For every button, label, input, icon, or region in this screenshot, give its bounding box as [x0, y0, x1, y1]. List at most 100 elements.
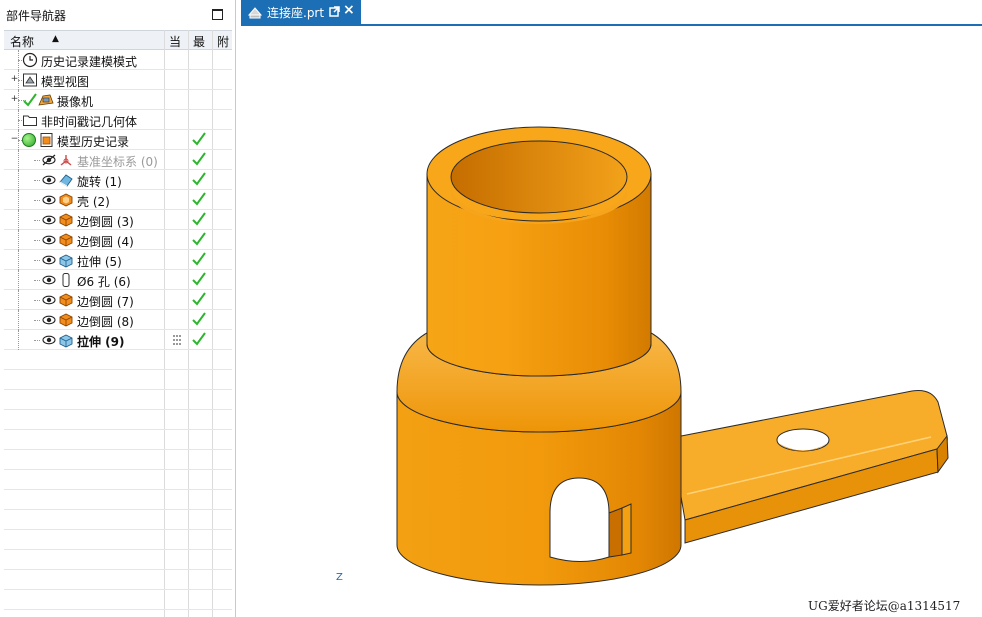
navigator-node[interactable]: 边倒圆 (7) — [4, 290, 232, 310]
document-tab[interactable]: 连接座.prt × — [241, 0, 361, 24]
upper-tube — [426, 126, 652, 377]
edge-blend-icon — [59, 313, 73, 327]
active-status-icon — [22, 133, 36, 147]
empty-row — [4, 510, 232, 530]
app-window: 部件导航器 名称 ▲ 当 最 附 历史记录建模模式 + 模型视图 + 摄像机非时间戳记几… — [0, 0, 982, 617]
edge-blend-icon — [59, 233, 73, 247]
navigator-node[interactable]: + 模型视图 — [4, 70, 232, 90]
up-to-date-check-icon — [192, 252, 206, 266]
navigator-node[interactable]: 基准坐标系 (0) — [4, 150, 232, 170]
tree-connector — [18, 210, 19, 230]
column-attached[interactable]: 附 — [217, 33, 229, 50]
folder-icon — [23, 115, 37, 126]
edge-blend-icon — [59, 213, 73, 227]
column-current[interactable]: 当 — [169, 33, 181, 50]
up-to-date-check-icon — [192, 312, 206, 326]
navigator-node[interactable]: − 模型历史记录 — [4, 130, 232, 150]
navigator-node-label: 模型视图 — [41, 75, 90, 89]
eye-icon[interactable] — [42, 272, 56, 288]
navigator-node-label: 拉伸 (5) — [77, 255, 122, 269]
empty-row — [4, 530, 232, 550]
navigator-node-label: 边倒圆 (7) — [77, 295, 134, 309]
navigator-title: 部件导航器 — [6, 9, 67, 23]
model-viewport[interactable] — [241, 26, 982, 617]
navigator-node[interactable]: 边倒圆 (8) — [4, 310, 232, 330]
tree-connector — [34, 320, 40, 321]
navigator-title-bar: 部件导航器 — [0, 0, 236, 28]
navigator-node[interactable]: 旋转 (1) — [4, 170, 232, 190]
navigator-node-label: 壳 (2) — [77, 195, 110, 209]
extrude-icon — [59, 334, 73, 348]
empty-row — [4, 550, 232, 570]
sort-ascending-icon[interactable]: ▲ — [52, 34, 59, 44]
navigator-node[interactable]: 历史记录建模模式 — [4, 50, 232, 70]
tree-connector — [18, 250, 19, 270]
tree-connector — [18, 330, 19, 350]
maximize-icon[interactable] — [212, 9, 223, 20]
tree-connector — [34, 220, 40, 221]
navigator-node-label: 拉伸 (9) — [77, 335, 125, 349]
up-to-date-check-icon — [192, 192, 206, 206]
navigator-node-label: 非时间戳记几何体 — [41, 115, 138, 129]
navigator-node-label: 边倒圆 (3) — [77, 215, 134, 229]
empty-row — [4, 370, 232, 390]
eye-icon[interactable] — [42, 312, 56, 328]
datum-csys-icon — [60, 155, 72, 166]
tree-connector — [34, 300, 40, 301]
column-latest[interactable]: 最 — [193, 33, 205, 50]
empty-row — [4, 390, 232, 410]
tree-connector — [34, 280, 40, 281]
navigator-node[interactable]: 拉伸 (9) — [4, 330, 232, 350]
collapse-icon[interactable]: − — [10, 135, 19, 144]
hole-icon — [62, 273, 70, 287]
navigator-node-label: 模型历史记录 — [57, 135, 130, 149]
navigator-node[interactable]: Ø6 孔 (6) — [4, 270, 232, 290]
document-tab-label: 连接座.prt — [267, 6, 325, 20]
eye-icon[interactable] — [42, 332, 56, 348]
tree-connector — [18, 310, 19, 330]
history-folder-icon — [40, 133, 53, 147]
tree-connector — [34, 160, 40, 161]
up-to-date-check-icon — [192, 172, 206, 186]
eye-icon[interactable] — [42, 252, 56, 268]
navigator-node-label: 边倒圆 (4) — [77, 235, 134, 249]
tree-connector — [34, 260, 40, 261]
up-to-date-check-icon — [192, 332, 206, 346]
empty-row — [4, 570, 232, 590]
empty-row — [4, 410, 232, 430]
tree-connector — [18, 230, 19, 250]
navigator-node[interactable]: 边倒圆 (3) — [4, 210, 232, 230]
up-to-date-check-icon — [192, 232, 206, 246]
expand-icon[interactable]: + — [10, 95, 19, 104]
document-tab-bar: 连接座.prt × — [241, 0, 982, 26]
expand-icon[interactable]: + — [10, 75, 19, 84]
tree-connector — [18, 190, 19, 210]
column-name[interactable]: 名称 — [10, 33, 34, 50]
tree-connector — [34, 240, 40, 241]
empty-row — [4, 590, 232, 610]
navigator-node[interactable]: + 摄像机 — [4, 90, 232, 110]
navigator-node[interactable]: 非时间戳记几何体 — [4, 110, 232, 130]
visible-check-icon[interactable] — [22, 92, 38, 108]
eye-icon[interactable] — [42, 172, 56, 188]
close-tab-icon[interactable]: × — [343, 2, 355, 18]
navigator-node-label: 历史记录建模模式 — [41, 55, 138, 69]
navigator-node-label: 基准坐标系 (0) — [77, 155, 158, 169]
eye-icon[interactable] — [42, 232, 56, 248]
empty-row — [4, 450, 232, 470]
up-to-date-check-icon — [192, 292, 206, 306]
hidden-eye-icon[interactable] — [42, 152, 56, 168]
empty-row — [4, 430, 232, 450]
empty-row — [4, 350, 232, 370]
eye-icon[interactable] — [42, 212, 56, 228]
view-triad-z: Z — [336, 572, 343, 583]
shell-icon — [59, 193, 73, 207]
eye-icon[interactable] — [42, 192, 56, 208]
eye-icon[interactable] — [42, 292, 56, 308]
tree-connector — [34, 200, 40, 201]
empty-row — [4, 470, 232, 490]
navigator-node[interactable]: 壳 (2) — [4, 190, 232, 210]
undock-icon[interactable] — [329, 6, 340, 17]
navigator-node[interactable]: 拉伸 (5) — [4, 250, 232, 270]
navigator-node[interactable]: 边倒圆 (4) — [4, 230, 232, 250]
